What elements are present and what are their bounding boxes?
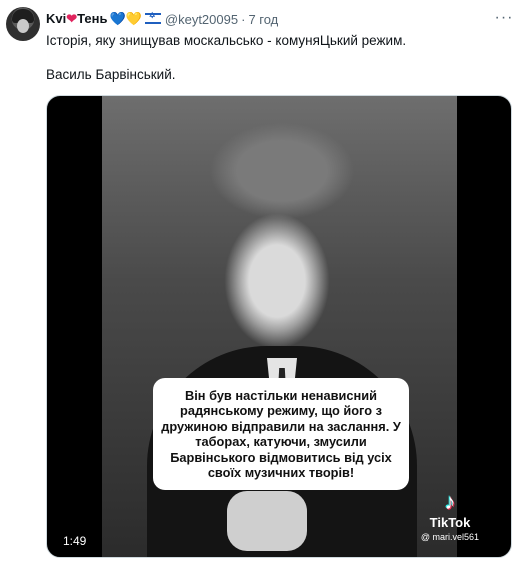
- tweet-timestamp[interactable]: 7 год: [248, 12, 278, 27]
- hearts-icon: 💙💛: [109, 11, 142, 26]
- author-name-part2: Тень: [77, 11, 108, 26]
- tweet-header: Kvi❤Тень💙💛 @keyt20095 · 7 год: [46, 10, 278, 28]
- separator-dot: ·: [241, 11, 246, 27]
- tiktok-icon: ♪: [444, 489, 456, 514]
- tiktok-watermark: ♪ TikTok @ mari.vel561: [405, 489, 495, 543]
- author-name[interactable]: Kvi❤Тень 💙💛: [46, 11, 161, 27]
- tweet[interactable]: Kvi❤Тень💙💛 @keyt20095 · 7 год ··· Історі…: [0, 0, 525, 568]
- tweet-text-line1: Історія, яку знищував москальсько - кому…: [46, 33, 407, 48]
- author-handle[interactable]: @keyt20095: [165, 12, 238, 27]
- more-options-icon[interactable]: ···: [494, 8, 514, 28]
- video-caption: Він був настільки ненависний радянському…: [153, 378, 409, 490]
- video-player[interactable]: Він був настільки ненависний радянському…: [46, 95, 512, 558]
- portrait-hands: [227, 491, 307, 551]
- israel-flag-icon: [144, 11, 161, 24]
- heart-icon: ❤: [66, 11, 78, 26]
- avatar[interactable]: [6, 7, 40, 41]
- tiktok-label: TikTok: [429, 515, 471, 530]
- avatar-face: [17, 19, 29, 33]
- author-name-part1: Kvi: [46, 11, 67, 26]
- video-duration: 1:49: [63, 534, 87, 548]
- tiktok-username: @ mari.vel561: [420, 532, 480, 542]
- tweet-text-line2: Василь Барвінський.: [46, 67, 176, 82]
